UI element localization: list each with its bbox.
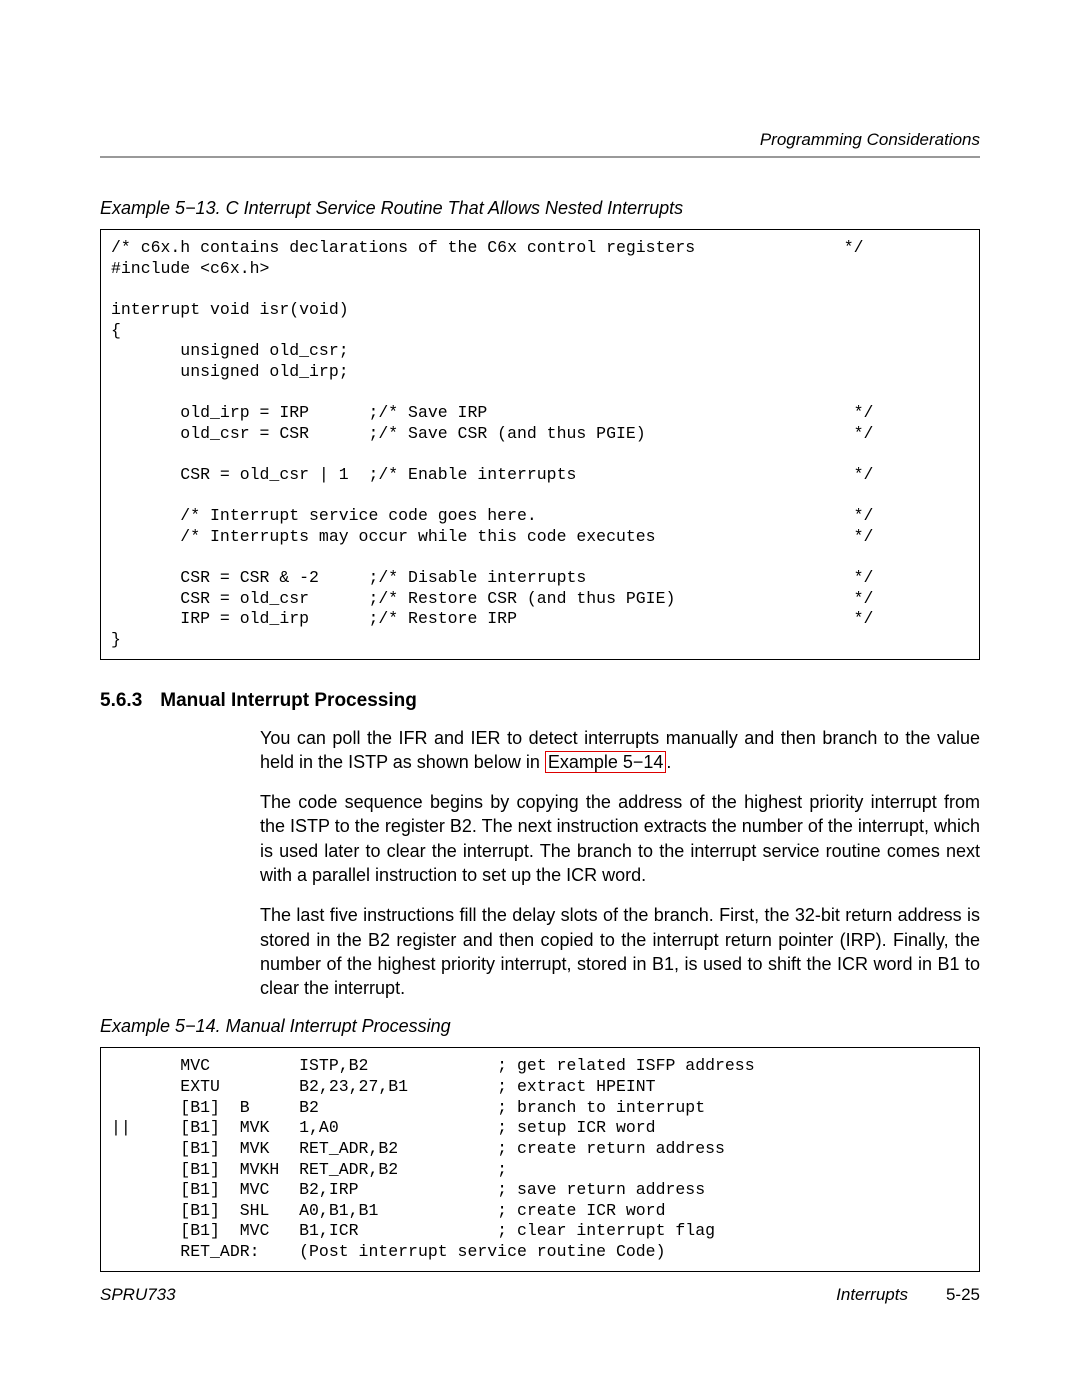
paragraph-1: You can poll the IFR and IER to detect i… <box>260 726 980 775</box>
running-header: Programming Considerations <box>100 130 980 150</box>
section-title: Manual Interrupt Processing <box>160 690 417 711</box>
example-13-code: /* c6x.h contains declarations of the C6… <box>100 229 980 660</box>
paragraph-3: The last five instructions fill the dela… <box>260 903 980 1000</box>
page: Programming Considerations Example 5−13.… <box>0 0 1080 1397</box>
example-14-link[interactable]: Example 5−14 <box>545 751 667 773</box>
section-heading: 5.6.3 Manual Interrupt Processing <box>100 690 980 712</box>
page-footer: SPRU733 Interrupts 5-25 <box>100 1285 980 1305</box>
para1-text-b: . <box>666 752 671 772</box>
doc-id: SPRU733 <box>100 1285 176 1305</box>
section-number: 5.6.3 <box>100 690 142 712</box>
footer-right: Interrupts 5-25 <box>836 1285 980 1305</box>
paragraph-2: The code sequence begins by copying the … <box>260 790 980 887</box>
example-14-title: Example 5−14. Manual Interrupt Processin… <box>100 1016 980 1037</box>
example-13-title: Example 5−13. C Interrupt Service Routin… <box>100 198 980 219</box>
header-rule <box>100 156 980 158</box>
example-14-code: MVC ISTP,B2 ; get related ISFP address E… <box>100 1047 980 1271</box>
chapter-name: Interrupts <box>836 1285 908 1304</box>
page-number: 5-25 <box>946 1285 980 1304</box>
